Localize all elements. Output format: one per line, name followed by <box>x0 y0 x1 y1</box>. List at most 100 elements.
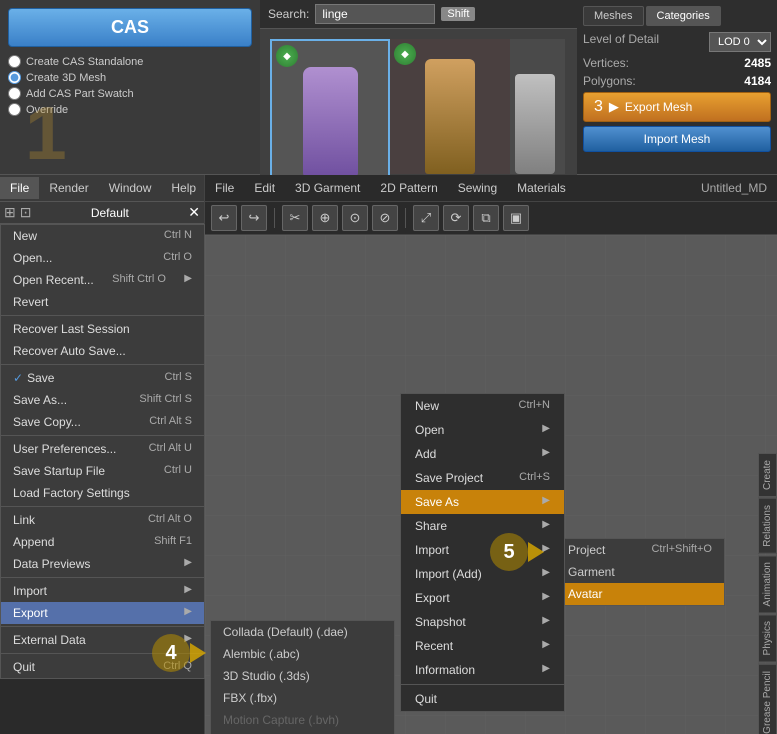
vtab-create[interactable]: Create <box>758 453 777 497</box>
menu-external-data[interactable]: External Data <box>1 629 204 651</box>
saveas-submenu: Project Ctrl+Shift+O Garment Avatar <box>555 538 725 606</box>
menu-save[interactable]: ✓ Save Ctrl S <box>1 367 204 389</box>
lod-select[interactable]: LOD 0 LOD 1 LOD 2 LOD 3 <box>709 32 771 52</box>
menu-render[interactable]: Render <box>39 177 98 199</box>
sep7 <box>1 653 204 654</box>
vtab-physics[interactable]: Physics <box>758 614 777 662</box>
search-label: Search: <box>268 7 309 21</box>
cas-option-standalone[interactable]: Create CAS Standalone <box>8 55 252 68</box>
md-import-add[interactable]: Import (Add) <box>401 562 564 586</box>
blender-sidebar: File Render Window Help ⊞ ⊡ Default ✕ Ne… <box>0 175 205 734</box>
sep4 <box>1 506 204 507</box>
vtab-relations[interactable]: Relations <box>758 498 777 554</box>
menu-open-recent[interactable]: Open Recent... Shift Ctrl O <box>1 269 204 291</box>
md-menu-2dpattern[interactable]: 2D Pattern <box>370 177 447 199</box>
menu-recover-auto[interactable]: Recover Auto Save... <box>1 340 204 362</box>
md-recent[interactable]: Recent <box>401 634 564 658</box>
export-mesh-button[interactable]: 3 ▶ Export Mesh <box>583 92 771 122</box>
blender-view-bar: ⊞ ⊡ Default ✕ <box>0 202 204 224</box>
cas-button[interactable]: CAS <box>8 8 252 47</box>
menu-save-as[interactable]: Save As... Shift Ctrl S <box>1 389 204 411</box>
menu-file[interactable]: File <box>0 177 39 199</box>
search-input[interactable] <box>315 4 435 24</box>
saveas-garment[interactable]: Garment <box>556 561 724 583</box>
md-menu-sewing[interactable]: Sewing <box>448 177 507 199</box>
export-alembic[interactable]: Alembic (.abc) <box>211 643 394 665</box>
tool-btn-7[interactable]: ⤢ <box>413 205 439 231</box>
tool-btn-8[interactable]: ⟳ <box>443 205 469 231</box>
md-menu-spacer <box>576 177 691 199</box>
avatar-figure-1 <box>303 67 358 177</box>
polygons-label: Polygons: <box>583 74 636 88</box>
md-save-as[interactable]: Save As <box>401 490 564 514</box>
avatar-thumb-2[interactable]: ◆ <box>390 39 510 174</box>
tool-btn-1[interactable]: ↩ <box>211 205 237 231</box>
menu-quit[interactable]: Quit Ctrl Q <box>1 656 204 678</box>
view-icon-left[interactable]: ⊞ <box>4 204 16 221</box>
tool-btn-10[interactable]: ▣ <box>503 205 529 231</box>
md-menu-bar: File Edit 3D Garment 2D Pattern Sewing M… <box>205 175 777 202</box>
md-menu-materials[interactable]: Materials <box>507 177 576 199</box>
avatar-thumb-3[interactable] <box>510 39 565 174</box>
saveas-project[interactable]: Project Ctrl+Shift+O <box>556 539 724 561</box>
menu-data-previews[interactable]: Data Previews <box>1 553 204 575</box>
menu-new[interactable]: New Ctrl N <box>1 225 204 247</box>
tool-btn-5[interactable]: ⊙ <box>342 205 368 231</box>
menu-export[interactable]: Export <box>1 602 204 624</box>
avatar-area: Search: Shift 2 ◆ ◆ <box>260 0 577 174</box>
md-import[interactable]: Import <box>401 538 564 562</box>
cas-options: Create CAS Standalone Create 3D Mesh Add… <box>8 55 252 116</box>
vtab-animation[interactable]: Animation <box>758 555 777 613</box>
export-3ds[interactable]: 3D Studio (.3ds) <box>211 665 394 687</box>
tool-btn-6[interactable]: ⊘ <box>372 205 398 231</box>
cas-option-3dmesh[interactable]: Create 3D Mesh <box>8 71 252 84</box>
md-open[interactable]: Open <box>401 418 564 442</box>
menu-open[interactable]: Open... Ctrl O <box>1 247 204 269</box>
tool-btn-3[interactable]: ✂ <box>282 205 308 231</box>
menu-help[interactable]: Help <box>161 177 206 199</box>
md-menu-3dgarment[interactable]: 3D Garment <box>285 177 370 199</box>
menu-window[interactable]: Window <box>99 177 162 199</box>
menu-user-prefs[interactable]: User Preferences... Ctrl Alt U <box>1 438 204 460</box>
menu-link[interactable]: Link Ctrl Alt O <box>1 509 204 531</box>
avatar-thumb-1[interactable]: ◆ <box>270 39 390 179</box>
md-menu-edit[interactable]: Edit <box>244 177 285 199</box>
shift-badge: Shift <box>441 7 475 21</box>
tool-btn-2[interactable]: ↪ <box>241 205 267 231</box>
sep2 <box>1 364 204 365</box>
md-add[interactable]: Add <box>401 442 564 466</box>
cas-option-override[interactable]: Override <box>8 103 252 116</box>
menu-save-startup[interactable]: Save Startup File Ctrl U <box>1 460 204 482</box>
tab-categories[interactable]: Categories <box>646 6 721 26</box>
import-mesh-button[interactable]: Import Mesh <box>583 126 771 152</box>
md-menu-file[interactable]: File <box>205 177 244 199</box>
md-filename: Untitled_MD <box>691 177 777 199</box>
md-quit[interactable]: Quit <box>401 687 564 711</box>
saveas-avatar[interactable]: Avatar <box>556 583 724 605</box>
md-snapshot[interactable]: Snapshot <box>401 610 564 634</box>
blender-menu-bar: File Render Window Help <box>0 175 204 202</box>
avatar-preview: 2 ◆ ◆ <box>260 29 577 179</box>
export-fbx[interactable]: FBX (.fbx) <box>211 687 394 709</box>
view-close-btn[interactable]: ✕ <box>188 204 200 221</box>
menu-import[interactable]: Import <box>1 580 204 602</box>
vtab-grease-pencil[interactable]: Grease Pencil <box>758 664 777 734</box>
menu-load-factory[interactable]: Load Factory Settings <box>1 482 204 504</box>
menu-append[interactable]: Append Shift F1 <box>1 531 204 553</box>
menu-save-copy[interactable]: Save Copy... Ctrl Alt S <box>1 411 204 433</box>
menu-revert[interactable]: Revert <box>1 291 204 313</box>
tool-sep-1 <box>274 208 275 228</box>
view-name: Default <box>35 206 184 220</box>
tool-btn-9[interactable]: ⧉ <box>473 205 499 231</box>
view-icon-right[interactable]: ⊡ <box>20 204 32 221</box>
menu-recover-last[interactable]: Recover Last Session <box>1 318 204 340</box>
md-new[interactable]: New Ctrl+N <box>401 394 564 418</box>
md-export[interactable]: Export <box>401 586 564 610</box>
cas-option-swatch[interactable]: Add CAS Part Swatch <box>8 87 252 100</box>
md-information[interactable]: Information <box>401 658 564 682</box>
tool-btn-4[interactable]: ⊕ <box>312 205 338 231</box>
export-collada[interactable]: Collada (Default) (.dae) <box>211 621 394 643</box>
tab-meshes[interactable]: Meshes <box>583 6 644 26</box>
md-share[interactable]: Share <box>401 514 564 538</box>
md-save-project[interactable]: Save Project Ctrl+S <box>401 466 564 490</box>
